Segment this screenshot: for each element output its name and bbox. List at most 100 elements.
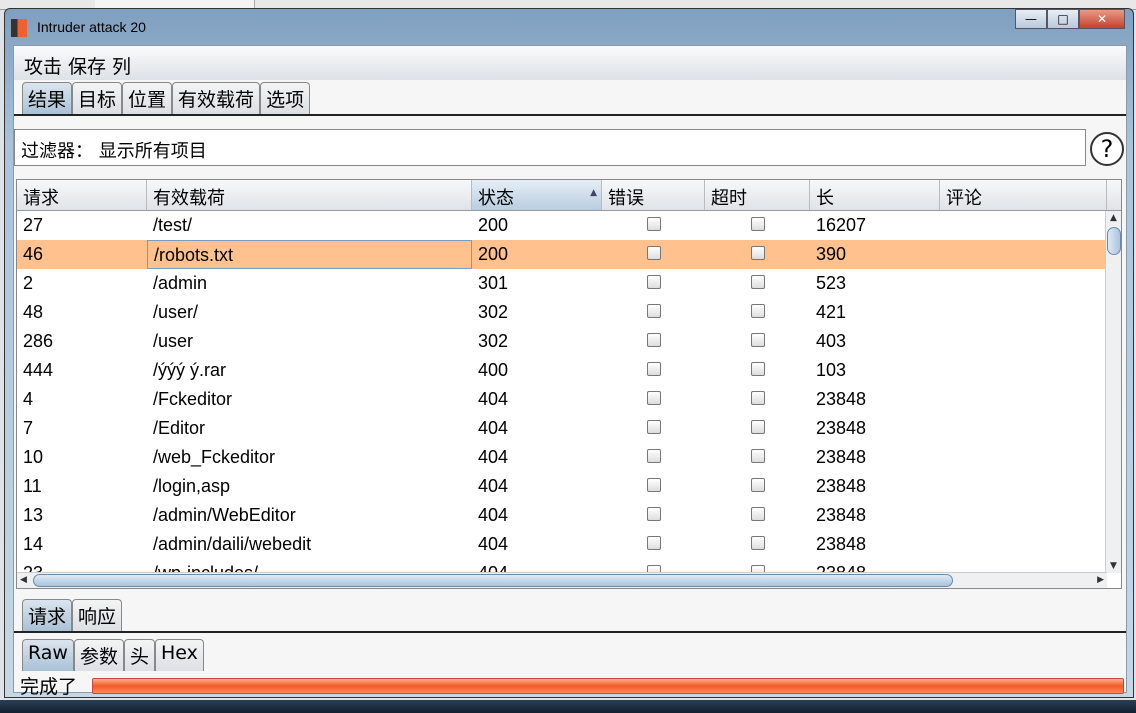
table-cell: 4	[23, 389, 34, 409]
cell-checkbox-container	[705, 240, 810, 269]
menu-columns[interactable]: 列	[112, 56, 131, 78]
main-tab-2[interactable]: 位置	[122, 82, 173, 114]
title-bar[interactable]: Intruder attack 20 — □ ✕	[5, 9, 1133, 45]
table-row[interactable]: 48/user/302 421	[17, 298, 1107, 327]
checkbox[interactable]	[750, 362, 765, 376]
checkbox[interactable]	[646, 478, 661, 492]
table-cell: 404	[478, 418, 509, 438]
view-tabs: Raw 参数头 Hex	[22, 639, 204, 671]
table-row[interactable]: 13/admin/WebEditor 404 23848	[17, 501, 1107, 530]
table-cell: 523	[816, 273, 847, 293]
checkbox[interactable]	[750, 507, 765, 521]
table-row[interactable]: 4/Fckeditor 404 23848	[17, 385, 1107, 414]
table-cell: 404	[478, 447, 509, 467]
table-row[interactable]: 46/robots.txt 200 390	[17, 240, 1107, 269]
column-header[interactable]: 错误	[602, 180, 705, 210]
table-cell: 200	[478, 215, 509, 235]
checkbox[interactable]	[750, 304, 765, 318]
horizontal-scrollbar[interactable]: ◀ ▶	[17, 572, 1107, 588]
table-row[interactable]: 2/admin 301 523	[17, 269, 1107, 298]
table-cell: 286	[23, 331, 54, 351]
checkbox[interactable]	[750, 217, 765, 231]
detail-tab-0[interactable]: 请求	[22, 599, 73, 631]
results-table: 请求 有效载荷 状态 ▲ 错误 超时长评论 27/test/200 16207 46/robo…	[16, 179, 1122, 589]
menu-save[interactable]: 保存	[68, 56, 106, 78]
main-tab-4[interactable]: 选项	[260, 82, 311, 114]
checkbox[interactable]	[750, 449, 765, 463]
table-cell: /admin	[153, 273, 208, 293]
scroll-right-icon[interactable]: ▶	[1097, 575, 1104, 585]
table-cell: 403	[816, 331, 847, 351]
column-header[interactable]: 状态 ▲	[472, 180, 602, 210]
cell-checkbox-container	[705, 472, 810, 501]
intruder-window: Intruder attack 20 — □ ✕ 攻击 保存列 结果 目标 位置 有效载…	[4, 8, 1134, 698]
table-cell: 404	[478, 476, 509, 496]
checkbox[interactable]	[646, 333, 661, 347]
table-cell	[940, 327, 1107, 356]
cell-checkbox-container	[705, 211, 810, 240]
checkbox[interactable]	[750, 478, 765, 492]
checkbox[interactable]	[646, 217, 661, 231]
table-row[interactable]: 10/web_Fckeditor 404 23848	[17, 443, 1107, 472]
table-row[interactable]: 7/Editor 404 23848	[17, 414, 1107, 443]
scroll-down-icon[interactable]: ▼	[1110, 561, 1117, 571]
view-tab-0[interactable]: Raw	[22, 639, 74, 671]
table-cell: /admin/WebEditor	[153, 505, 296, 525]
detail-tab-1[interactable]: 响应	[72, 599, 123, 631]
checkbox[interactable]	[750, 391, 765, 405]
view-tab-1[interactable]: 参数	[73, 639, 124, 671]
table-row[interactable]: 444/ýýý ý.rar 400 103	[17, 356, 1107, 385]
menu-attack[interactable]: 攻击	[24, 56, 62, 78]
scroll-left-icon[interactable]: ◀	[20, 575, 27, 585]
main-tab-0[interactable]: 结果	[22, 82, 73, 114]
checkbox[interactable]	[750, 333, 765, 347]
minimize-button[interactable]: —	[1015, 9, 1047, 29]
table-cell: 400	[478, 360, 509, 380]
help-button[interactable]: ?	[1090, 132, 1124, 166]
scroll-up-icon[interactable]: ▲	[1110, 213, 1117, 223]
checkbox[interactable]	[646, 391, 661, 405]
table-header: 请求 有效载荷 状态 ▲ 错误 超时 长 评论	[17, 180, 1121, 211]
burp-app-icon	[11, 19, 27, 37]
checkbox[interactable]	[646, 507, 661, 521]
vertical-scrollbar[interactable]: ▲ ▼	[1105, 211, 1121, 573]
column-header[interactable]: 评论	[940, 180, 1107, 210]
checkbox[interactable]	[750, 420, 765, 434]
maximize-button[interactable]: □	[1047, 9, 1079, 29]
view-tab-2[interactable]: 头	[123, 639, 155, 671]
filter-bar[interactable]: 过滤器： 显示所有项目	[14, 129, 1086, 166]
horizontal-scroll-thumb[interactable]	[33, 574, 953, 587]
table-row[interactable]: 14/admin/daili/webedit 404 23848	[17, 530, 1107, 559]
cell-checkbox-container	[705, 443, 810, 472]
checkbox[interactable]	[646, 420, 661, 434]
checkbox[interactable]	[646, 362, 661, 376]
close-button[interactable]: ✕	[1079, 9, 1125, 29]
cell-checkbox-container	[705, 559, 810, 573]
checkbox[interactable]	[646, 536, 661, 550]
checkbox[interactable]	[750, 536, 765, 550]
checkbox[interactable]	[750, 246, 765, 260]
column-header[interactable]: 请求	[17, 180, 147, 210]
checkbox[interactable]	[750, 275, 765, 289]
table-row[interactable]: 286/user 302 403	[17, 327, 1107, 356]
table-row[interactable]: 23/wp-includes/404 23848	[17, 559, 1107, 573]
checkbox[interactable]	[646, 246, 661, 260]
column-header-label: 评论	[946, 188, 982, 209]
column-header[interactable]: 有效载荷	[147, 180, 472, 210]
view-tab-3[interactable]: Hex	[155, 639, 204, 671]
vertical-scroll-thumb[interactable]	[1107, 227, 1121, 255]
column-header[interactable]: 长	[810, 180, 940, 210]
table-cell: 404	[478, 563, 509, 573]
checkbox[interactable]	[646, 304, 661, 318]
main-tab-1[interactable]: 目标	[72, 82, 123, 114]
table-row[interactable]: 27/test/200 16207	[17, 211, 1107, 240]
main-tab-3[interactable]: 有效载荷	[172, 82, 261, 114]
checkbox[interactable]	[646, 275, 661, 289]
table-cell: 16207	[816, 215, 867, 235]
table-cell	[940, 443, 1107, 472]
table-cell: /test/	[153, 215, 193, 235]
checkbox[interactable]	[646, 449, 661, 463]
column-header[interactable]: 超时	[705, 180, 810, 210]
table-row[interactable]: 11/login,asp 404 23848	[17, 472, 1107, 501]
cell-checkbox-container	[705, 327, 810, 356]
